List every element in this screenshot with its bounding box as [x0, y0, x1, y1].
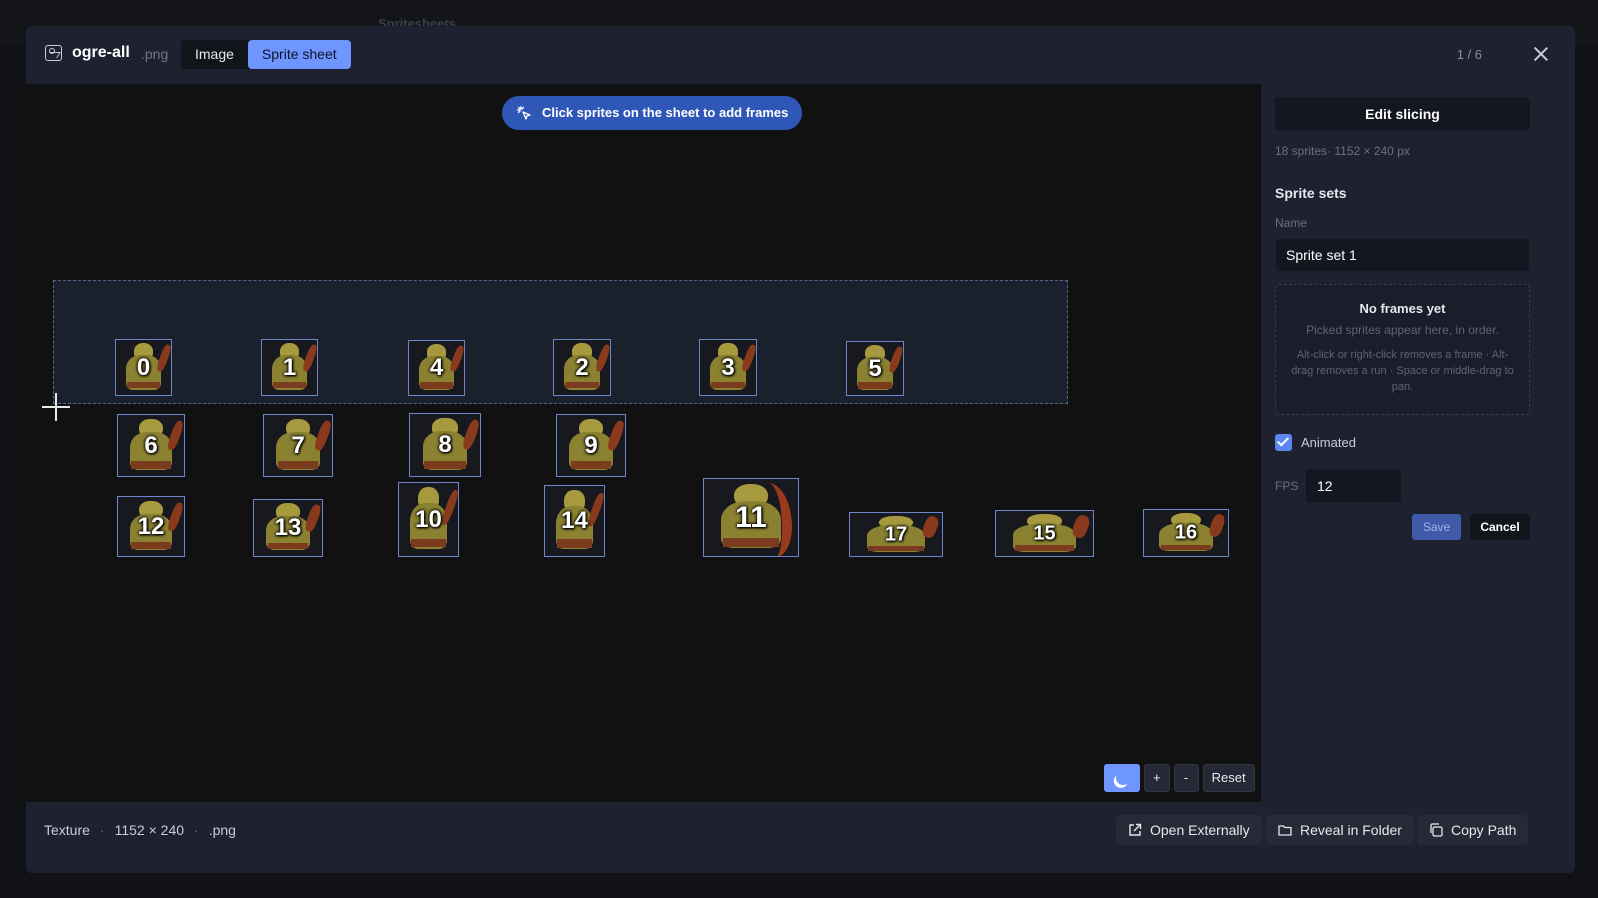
crosshair-cursor-icon — [42, 393, 70, 421]
sprite-label: 0 — [136, 353, 151, 381]
sprite-17[interactable]: 17 — [849, 512, 943, 557]
zoom-reset-button[interactable]: Reset — [1202, 764, 1255, 792]
file-kind: Texture — [44, 822, 90, 838]
separator-dot: · — [99, 822, 105, 838]
sprite-label: 12 — [137, 512, 165, 540]
hint-pill: Click sprites on the sheet to add frames — [502, 96, 803, 130]
name-label: Name — [1275, 216, 1308, 230]
tab-image[interactable]: Image — [181, 40, 248, 69]
frames-empty-title: No frames yet — [1359, 301, 1446, 316]
sprite-6[interactable]: 6 — [117, 414, 185, 477]
sprite-label: 14 — [561, 507, 588, 534]
reveal-in-folder-button[interactable]: Reveal in Folder — [1266, 815, 1414, 845]
sprite-5[interactable]: 5 — [846, 341, 904, 396]
folder-icon — [1278, 825, 1292, 836]
sprite-set-name-input[interactable] — [1275, 238, 1530, 272]
sprite-0[interactable]: 0 — [115, 339, 172, 396]
section-title: Sprite sets — [1275, 185, 1347, 201]
sprite-label: 15 — [1033, 522, 1056, 544]
zoom-out-button[interactable]: - — [1173, 764, 1199, 792]
sprite-label: 8 — [438, 431, 452, 458]
zoom-in-button[interactable]: + — [1144, 764, 1170, 792]
sprite-11[interactable]: 11 — [703, 478, 799, 557]
copy-icon — [1430, 823, 1443, 837]
fps-label: FPS — [1275, 479, 1299, 493]
sprite-10[interactable]: 10 — [398, 482, 459, 557]
frames-empty-subtitle: Picked sprites appear here, in order. — [1306, 323, 1499, 337]
sprite-16[interactable]: 16 — [1143, 509, 1229, 557]
file-info: Texture · 1152 × 240 · .png — [44, 822, 236, 838]
sprite-7[interactable]: 7 — [263, 414, 333, 477]
image-counter: 1 / 6 — [1456, 47, 1482, 62]
sheet-meta: 18 sprites· 1152 × 240 px — [1275, 144, 1410, 158]
copy-path-button[interactable]: Copy Path — [1417, 815, 1529, 845]
sprite-sheet-canvas[interactable]: Click sprites on the sheet to add frames… — [26, 84, 1261, 802]
open-externally-label: Open Externally — [1150, 822, 1250, 838]
sprite-15[interactable]: 15 — [995, 510, 1094, 557]
sprite-label: 10 — [415, 505, 442, 533]
sprite-8[interactable]: 8 — [409, 413, 481, 477]
view-mode-tabs: Image Sprite sheet — [181, 40, 351, 69]
animated-row: Animated — [1275, 433, 1356, 451]
modal-footer: Texture · 1152 × 240 · .png Open Externa… — [26, 802, 1575, 873]
sprite-1[interactable]: 1 — [261, 339, 318, 396]
sprite-sets-panel: Edit slicing 18 sprites· 1152 × 240 px S… — [1261, 84, 1575, 802]
sprite-13[interactable]: 13 — [253, 499, 323, 557]
external-link-icon — [1129, 823, 1142, 836]
file-ext-footer: .png — [208, 822, 236, 838]
copy-path-label: Copy Path — [1451, 822, 1517, 838]
separator-dot: · — [194, 822, 199, 838]
sprite-label: 7 — [291, 431, 305, 459]
sprite-label: 16 — [1174, 521, 1198, 544]
open-externally-button[interactable]: Open Externally — [1116, 815, 1262, 845]
sprite-label: 9 — [584, 431, 598, 459]
close-icon[interactable] — [1531, 44, 1551, 64]
zoom-controls: + - Reset — [1104, 764, 1255, 792]
moon-icon — [1114, 769, 1132, 787]
frames-empty-state: No frames yet Picked sprites appear here… — [1275, 284, 1530, 415]
frames-help-text: Alt-click or right-click removes a frame… — [1291, 349, 1514, 393]
sprite-label: 1 — [282, 353, 297, 381]
file-dimensions: 1152 × 240 — [114, 822, 185, 838]
sprite-label: 5 — [868, 354, 882, 382]
modal-header: ogre-all .png Image Sprite sheet 1 / 6 — [26, 26, 1575, 84]
sprite-9[interactable]: 9 — [556, 414, 626, 477]
cancel-button[interactable]: Cancel — [1470, 514, 1530, 540]
tab-sprite-sheet[interactable]: Sprite sheet — [247, 40, 351, 69]
sprite-label: 4 — [429, 354, 444, 381]
sprite-label: 13 — [274, 514, 302, 541]
sprite-label: 2 — [575, 353, 589, 381]
sprite-14[interactable]: 14 — [544, 485, 605, 557]
edit-slicing-button[interactable]: Edit slicing — [1275, 97, 1530, 131]
sprite-label: 11 — [735, 500, 767, 534]
animated-checkbox[interactable] — [1275, 433, 1292, 451]
sprite-2[interactable]: 2 — [553, 339, 611, 396]
dark-background-toggle[interactable] — [1104, 764, 1140, 792]
reveal-in-folder-label: Reveal in Folder — [1300, 822, 1402, 838]
hint-text: Click sprites on the sheet to add frames — [542, 105, 789, 120]
file-extension: .png — [141, 46, 169, 62]
sprite-3[interactable]: 3 — [699, 339, 757, 396]
sprite-label: 6 — [144, 431, 158, 459]
cursor-click-icon — [517, 106, 531, 120]
image-viewer-modal: ogre-all .png Image Sprite sheet 1 / 6 C… — [26, 26, 1575, 873]
sprite-label: 3 — [721, 353, 735, 381]
image-icon — [45, 45, 62, 61]
sprite-4[interactable]: 4 — [408, 340, 465, 396]
sprite-label: 17 — [884, 523, 908, 545]
file-name: ogre-all — [72, 44, 130, 61]
animated-label: Animated — [1301, 434, 1356, 450]
sprite-12[interactable]: 12 — [117, 496, 185, 557]
save-button[interactable]: Save — [1412, 514, 1461, 540]
fps-input[interactable] — [1305, 468, 1402, 503]
